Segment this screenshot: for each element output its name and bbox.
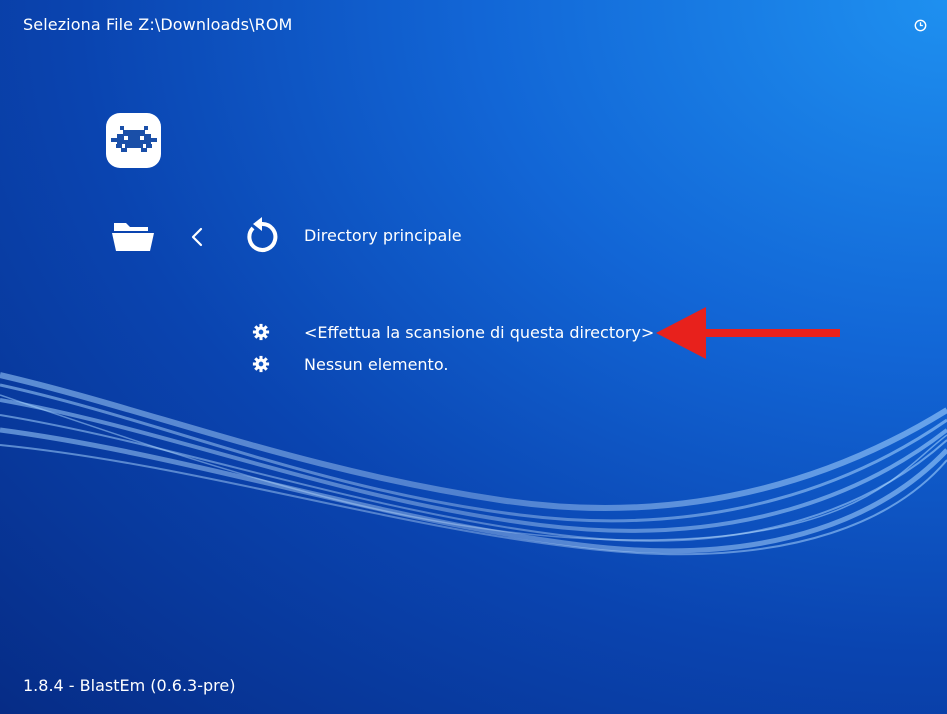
page-title: Seleziona File Z:\Downloads\ROM xyxy=(23,15,293,34)
refresh-icon[interactable] xyxy=(243,216,281,256)
gear-icon xyxy=(252,323,270,341)
chevron-left-icon[interactable] xyxy=(189,226,205,248)
clock-icon xyxy=(914,19,927,32)
gear-icon xyxy=(252,355,270,373)
menu-item-label: <Effettua la scansione di questa directo… xyxy=(304,322,655,342)
menu-item-no-elements[interactable]: Nessun elemento. xyxy=(252,353,448,375)
menu-item-label: Nessun elemento. xyxy=(304,354,449,374)
folder-icon[interactable] xyxy=(112,219,154,253)
parent-directory-label[interactable]: Directory principale xyxy=(304,226,462,245)
retroarch-invader-icon[interactable] xyxy=(106,113,161,168)
menu-item-scan-directory[interactable]: <Effettua la scansione di questa directo… xyxy=(252,321,654,343)
version-label: 1.8.4 - BlastEm (0.6.3-pre) xyxy=(23,676,236,695)
red-arrow-left-icon xyxy=(656,307,840,359)
